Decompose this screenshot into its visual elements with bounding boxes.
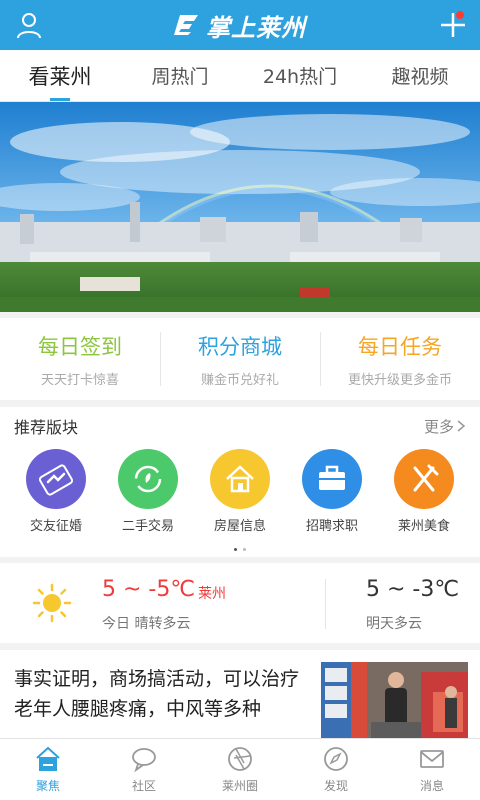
sun-icon	[32, 583, 72, 623]
board-label: 招聘求职	[305, 519, 358, 534]
recommended-section: 推荐版块 更多 交友征婚 二手交易 房屋信息 招聘求职 莱州美食	[0, 407, 480, 557]
page-indicator	[0, 548, 480, 551]
page-dot	[234, 548, 237, 551]
app-root: 掌上莱州 看莱州 周热门 24h热门 趣视频 每日签到 天天打卡惊喜 积分商城 …	[0, 0, 480, 800]
quick-actions: 每日签到 天天打卡惊喜 积分商城 赚金币兑好礼 每日任务 更快升级更多金币	[0, 318, 480, 400]
app-header: 掌上莱州	[0, 0, 480, 50]
news-title: 事实证明，商场搞活动，可以治疗老年人腰腿疼痛，中风等多种	[14, 668, 300, 720]
tab-kan-laizhou[interactable]: 看莱州	[0, 50, 120, 101]
aperture-icon	[228, 747, 252, 771]
house-icon	[210, 449, 270, 509]
nav-label: 聚焦	[35, 779, 60, 793]
points-mall-button[interactable]: 积分商城 赚金币兑好礼	[160, 318, 320, 400]
tomorrow-temperature: 5 ~ -3℃	[366, 577, 460, 602]
quick-title: 每日签到	[38, 334, 122, 359]
board-label: 二手交易	[121, 519, 174, 534]
app-name: 掌上莱州	[206, 13, 306, 42]
nav-label: 消息	[419, 779, 444, 793]
today-description: 今日 晴转多云	[102, 616, 191, 632]
user-icon[interactable]	[14, 10, 44, 40]
nav-focus[interactable]: 聚焦	[0, 739, 96, 800]
banner-image[interactable]	[0, 102, 480, 312]
news-item[interactable]: 事实证明，商场搞活动，可以治疗老年人腰腿疼痛，中风等多种	[0, 650, 480, 740]
board-second-hand[interactable]: 二手交易	[106, 449, 190, 534]
home-icon	[36, 746, 60, 771]
quick-title: 每日任务	[358, 334, 442, 359]
board-food[interactable]: 莱州美食	[382, 449, 466, 534]
quick-subtitle: 天天打卡惊喜	[40, 372, 119, 388]
nav-label: 发现	[323, 779, 348, 793]
section-title: 推荐版块	[14, 418, 79, 437]
recommended-icons: 交友征婚 二手交易 房屋信息 招聘求职 莱州美食	[0, 445, 480, 534]
mail-icon	[420, 750, 444, 768]
nav-community[interactable]: 社区	[96, 739, 192, 800]
today-temperature: 5 ~ -5℃	[102, 577, 196, 602]
chevron-right-icon	[457, 420, 466, 432]
tab-bar: 看莱州 周热门 24h热门 趣视频	[0, 50, 480, 102]
recommended-header: 推荐版块 更多	[0, 407, 480, 445]
board-friends-marriage[interactable]: 交友征婚	[14, 449, 98, 534]
recycle-icon	[118, 449, 178, 509]
chat-bubble-icon	[132, 748, 156, 773]
compass-icon	[324, 747, 348, 771]
quick-subtitle: 赚金币兑好礼	[200, 372, 279, 388]
quick-subtitle: 更快升级更多金币	[347, 372, 452, 388]
news-thumbnail	[321, 662, 468, 740]
tab-24h-hot[interactable]: 24h热门	[240, 50, 360, 101]
page-dot	[243, 548, 246, 551]
board-label: 交友征婚	[29, 519, 82, 534]
app-logo: 掌上莱州	[174, 8, 306, 43]
tab-weekly-hot[interactable]: 周热门	[120, 50, 240, 101]
nav-messages[interactable]: 消息	[384, 739, 480, 800]
plus-icon[interactable]	[436, 8, 470, 42]
board-label: 莱州美食	[397, 519, 450, 534]
nav-label: 莱州圈	[221, 779, 258, 793]
daily-task-button[interactable]: 每日任务 更快升级更多金币	[320, 318, 480, 400]
nav-laizhou-circle[interactable]: 莱州圈	[192, 739, 288, 800]
weather-card[interactable]: 5 ~ -5℃ 莱州 今日 晴转多云 5 ~ -3℃ 明天多云	[0, 563, 480, 643]
notification-dot	[456, 11, 464, 19]
tab-fun-video[interactable]: 趣视频	[360, 50, 480, 101]
board-jobs[interactable]: 招聘求职	[290, 449, 374, 534]
briefcase-icon	[302, 449, 362, 509]
board-label: 房屋信息	[213, 519, 266, 534]
fork-knife-icon	[394, 449, 454, 509]
bottom-nav: 聚焦 社区 莱州圈 发现 消息	[0, 738, 480, 800]
weather-divider	[325, 579, 326, 629]
nav-label: 社区	[131, 779, 156, 793]
tomorrow-description: 明天多云	[366, 616, 422, 632]
more-link[interactable]: 更多	[424, 416, 466, 437]
weather-city: 莱州	[198, 586, 226, 602]
board-housing[interactable]: 房屋信息	[198, 449, 282, 534]
nav-discover[interactable]: 发现	[288, 739, 384, 800]
more-label: 更多	[423, 417, 454, 436]
daily-checkin-button[interactable]: 每日签到 天天打卡惊喜	[0, 318, 160, 400]
handshake-icon	[26, 449, 86, 509]
quick-title: 积分商城	[198, 334, 282, 359]
logo-mark-icon	[174, 15, 198, 35]
